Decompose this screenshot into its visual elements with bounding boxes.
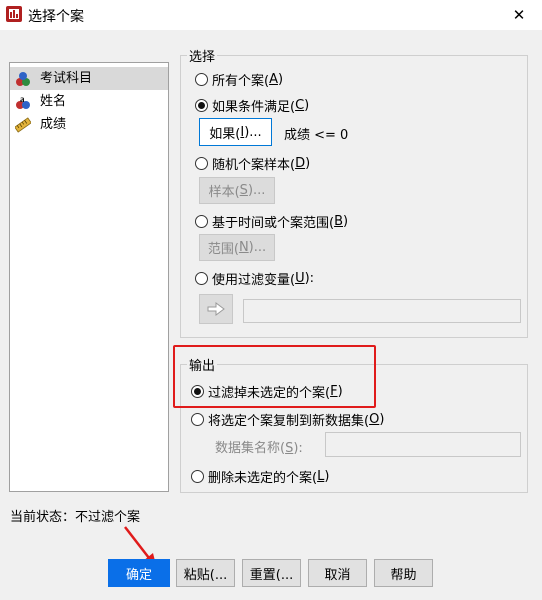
dataset-name-field[interactable]	[325, 432, 521, 457]
cancel-button[interactable]: 取消	[308, 559, 367, 587]
if-button[interactable]: 如果(I)...	[199, 118, 272, 146]
dataset-name-label: 数据集名称(S):	[215, 441, 303, 456]
string-variable-icon: a	[16, 94, 30, 109]
current-status: 当前状态：不过滤个案	[10, 510, 141, 525]
close-icon: ✕	[512, 6, 526, 24]
variable-label: 成绩	[40, 117, 67, 132]
radio-if-condition[interactable]: 如果条件满足(C)	[195, 96, 309, 115]
reset-button[interactable]: 重置(...	[242, 559, 301, 587]
variable-item-subject[interactable]: 考试科目	[10, 67, 168, 90]
sample-button[interactable]: 样本(S)...	[199, 177, 275, 204]
variable-list[interactable]: 考试科目 a 姓名 成绩	[9, 62, 169, 492]
radio-checked-icon	[195, 99, 208, 112]
help-button[interactable]: 帮助	[374, 559, 433, 587]
svg-text:a: a	[20, 94, 25, 104]
select-group-legend: 选择	[189, 50, 216, 65]
highlight-box	[173, 345, 376, 408]
move-variable-button[interactable]	[199, 294, 233, 324]
scale-variable-icon	[15, 117, 31, 133]
radio-circle-icon	[195, 73, 208, 86]
radio-circle-icon	[195, 272, 208, 285]
radio-circle-icon	[191, 413, 204, 426]
variable-label: 考试科目	[40, 71, 93, 86]
radio-copy-to-new-dataset[interactable]: 将选定个案复制到新数据集(O)	[191, 410, 384, 429]
ok-button[interactable]: 确定	[108, 559, 170, 587]
radio-circle-icon	[191, 470, 204, 483]
radio-circle-icon	[195, 157, 208, 170]
variable-item-score[interactable]: 成绩	[10, 113, 168, 136]
spss-app-icon	[6, 6, 22, 22]
radio-all-cases[interactable]: 所有个案(A)	[195, 70, 283, 89]
title-bar: 选择个案 ✕	[0, 0, 542, 30]
paste-button[interactable]: 粘贴(...	[176, 559, 235, 587]
range-button[interactable]: 范围(N)...	[199, 234, 275, 261]
arrow-right-icon	[207, 302, 225, 316]
radio-time-range[interactable]: 基于时间或个案范围(B)	[195, 212, 348, 231]
radio-filter-variable[interactable]: 使用过滤变量(U):	[195, 269, 314, 288]
nominal-variable-icon	[16, 72, 30, 86]
window-title: 选择个案	[28, 9, 84, 25]
close-button[interactable]: ✕	[496, 0, 542, 30]
radio-circle-icon	[195, 215, 208, 228]
variable-item-name[interactable]: a 姓名	[10, 90, 168, 113]
variable-label: 姓名	[40, 94, 67, 109]
radio-delete-unselected[interactable]: 删除未选定的个案(L)	[191, 467, 329, 486]
filter-variable-field[interactable]	[243, 299, 521, 323]
condition-expression: 成绩 <= 0	[284, 128, 349, 143]
radio-random-sample[interactable]: 随机个案样本(D)	[195, 154, 310, 173]
